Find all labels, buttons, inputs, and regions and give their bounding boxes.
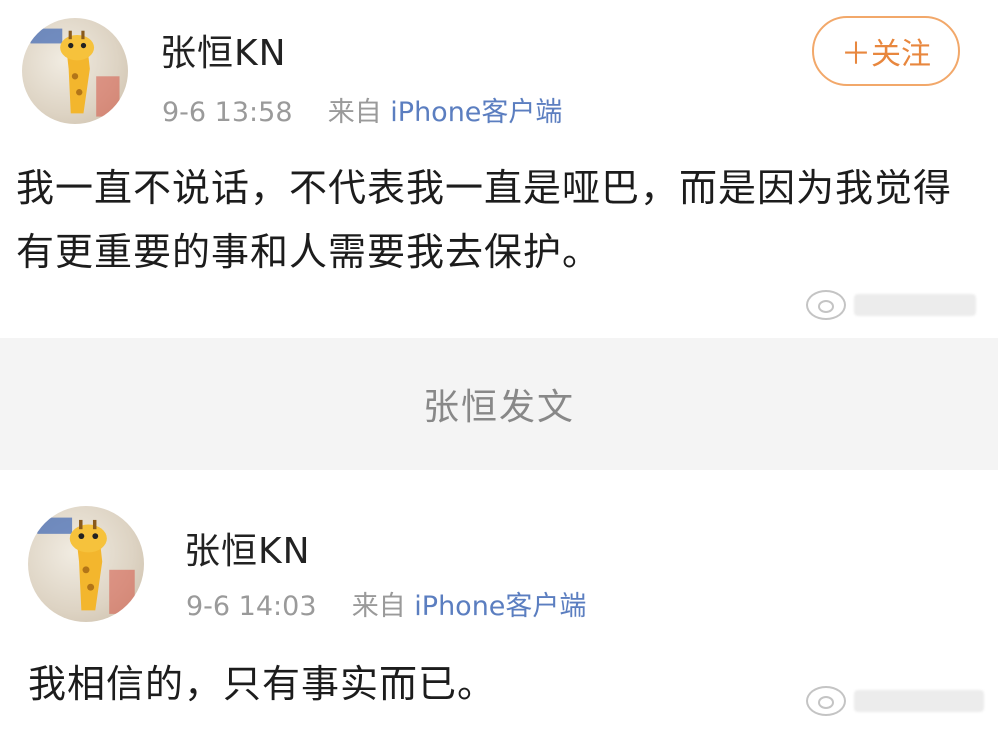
- post-meta: 9-6 13:58 来自 iPhone客户端: [162, 90, 562, 129]
- post-time: 9-6 14:03: [186, 591, 317, 622]
- weibo-watermark-icon: [806, 290, 846, 320]
- post-meta: 9-6 14:03 来自 iPhone客户端: [186, 584, 586, 623]
- weibo-watermark: [806, 686, 984, 716]
- post-content: 我一直不说话，不代表我一直是哑巴，而是因为我觉得有更重要的事和人需要我去保护。: [16, 166, 953, 274]
- source-link[interactable]: iPhone客户端: [390, 97, 562, 128]
- giraffe-avatar-icon: [30, 28, 120, 117]
- username[interactable]: 张恒KN: [160, 24, 287, 76]
- follow-button[interactable]: ＋关注: [812, 16, 960, 86]
- weibo-post-1: 张恒KN 9-6 13:58 来自 iPhone客户端 ＋关注 我一直不说话，不…: [0, 0, 998, 338]
- post-time: 9-6 13:58: [162, 97, 293, 128]
- avatar[interactable]: [22, 18, 128, 124]
- giraffe-avatar-icon: [37, 517, 135, 614]
- post-content: 我相信的，只有事实而已。: [28, 662, 497, 706]
- source-prefix: 来自: [327, 97, 382, 128]
- caption: 张恒发文: [422, 387, 575, 428]
- username[interactable]: 张恒KN: [184, 522, 311, 574]
- weibo-watermark-icon: [806, 686, 846, 716]
- avatar[interactable]: [28, 506, 144, 622]
- source-prefix: 来自: [351, 591, 406, 622]
- source-link[interactable]: iPhone客户端: [414, 591, 586, 622]
- weibo-watermark: [806, 290, 976, 320]
- weibo-post-2: 张恒KN 9-6 14:03 来自 iPhone客户端 我相信的，只有事实而已。: [0, 470, 998, 732]
